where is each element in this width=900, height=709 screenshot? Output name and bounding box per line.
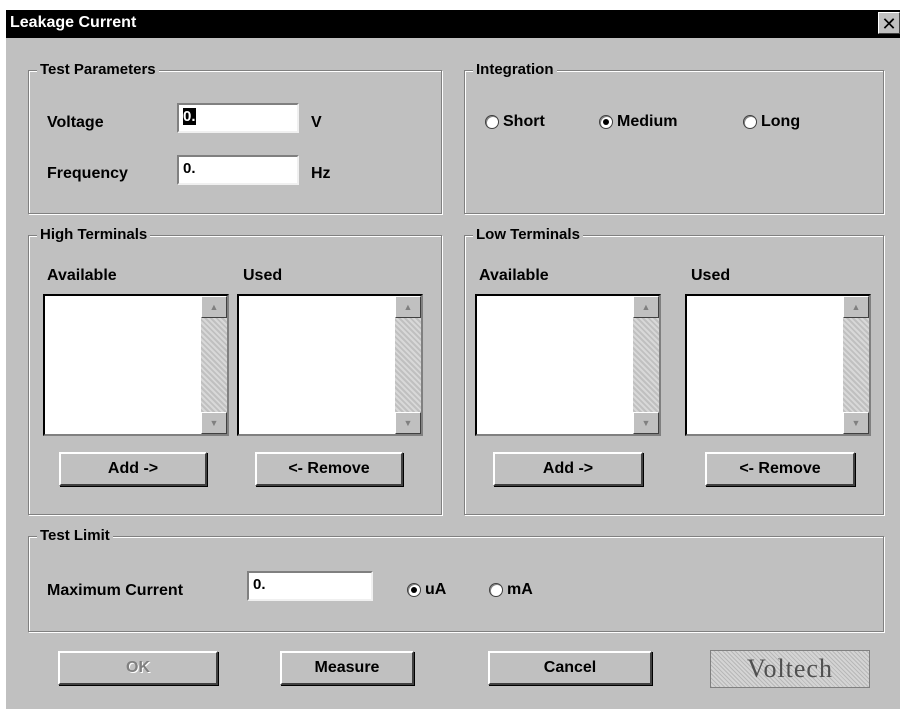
integration-label: Integration [473,60,557,80]
radio-icon [743,115,757,129]
triangle-down-icon[interactable]: ▼ [395,412,421,434]
test-parameters-group: Test Parameters Voltage 0. V Frequency 0… [28,60,442,214]
high-add-button[interactable]: Add -> [59,452,207,486]
low-add-button[interactable]: Add -> [493,452,643,486]
voltage-value: 0. [183,108,196,125]
measure-button[interactable]: Measure [280,651,414,685]
integration-short-radio[interactable]: Short [485,113,545,131]
integration-long-radio[interactable]: Long [743,113,800,131]
unit-ua-radio[interactable]: uA [407,581,446,599]
low-used-list[interactable]: ▲ ▼ [685,294,871,436]
voltage-input[interactable]: 0. [177,103,299,133]
test-limit-label: Test Limit [37,526,113,546]
integration-long-label: Long [761,113,801,130]
radio-icon [485,115,499,129]
high-used-list[interactable]: ▲ ▼ [237,294,423,436]
test-limit-group: Test Limit Maximum Current 0. uA mA [28,526,884,632]
low-remove-button[interactable]: <- Remove [705,452,855,486]
triangle-up-icon[interactable]: ▲ [843,296,869,318]
radio-selected-icon [407,583,421,597]
high-used-label: Used [243,267,283,284]
high-available-label: Available [47,267,117,284]
low-used-label: Used [691,267,731,284]
triangle-up-icon[interactable]: ▲ [395,296,421,318]
triangle-down-icon[interactable]: ▼ [201,412,227,434]
unit-ma-radio[interactable]: mA [489,581,533,599]
low-terminals-label: Low Terminals [473,225,583,245]
unit-ua-label: uA [425,581,447,598]
radio-selected-icon [599,115,613,129]
voltech-logo: Voltech [710,650,870,688]
voltage-unit: V [311,114,322,131]
high-remove-button[interactable]: <- Remove [255,452,403,486]
leakage-current-dialog: Leakage Current ✕ Test Parameters Voltag… [6,10,900,709]
cancel-button[interactable]: Cancel [488,651,652,685]
window-title: Leakage Current [10,14,137,31]
integration-group: Integration Short Medium Long [464,60,884,214]
scrollbar[interactable]: ▲ ▼ [843,296,869,434]
integration-medium-label: Medium [617,113,678,130]
radio-icon [489,583,503,597]
scrollbar[interactable]: ▲ ▼ [395,296,421,434]
integration-medium-radio[interactable]: Medium [599,113,677,131]
title-bar: Leakage Current ✕ [6,10,900,38]
test-parameters-label: Test Parameters [37,60,159,80]
integration-short-label: Short [503,113,545,130]
triangle-down-icon[interactable]: ▼ [633,412,659,434]
scrollbar[interactable]: ▲ ▼ [633,296,659,434]
max-current-input[interactable]: 0. [247,571,373,601]
max-current-value: 0. [253,576,266,593]
scrollbar[interactable]: ▲ ▼ [201,296,227,434]
voltage-label: Voltage [47,114,104,131]
close-icon: ✕ [881,14,897,34]
unit-ma-label: mA [507,581,533,598]
frequency-label: Frequency [47,165,128,182]
triangle-up-icon[interactable]: ▲ [633,296,659,318]
ok-button[interactable]: OK [58,651,218,685]
high-terminals-group: High Terminals Available Used ▲ ▼ ▲ ▼ Ad… [28,225,442,515]
low-available-list[interactable]: ▲ ▼ [475,294,661,436]
frequency-value: 0. [183,160,196,177]
high-available-list[interactable]: ▲ ▼ [43,294,229,436]
close-button[interactable]: ✕ [878,12,900,34]
frequency-input[interactable]: 0. [177,155,299,185]
max-current-label: Maximum Current [47,582,184,599]
high-terminals-label: High Terminals [37,225,151,245]
frequency-unit: Hz [311,165,331,182]
low-available-label: Available [479,267,549,284]
triangle-up-icon[interactable]: ▲ [201,296,227,318]
triangle-down-icon[interactable]: ▼ [843,412,869,434]
low-terminals-group: Low Terminals Available Used ▲ ▼ ▲ ▼ Add… [464,225,884,515]
